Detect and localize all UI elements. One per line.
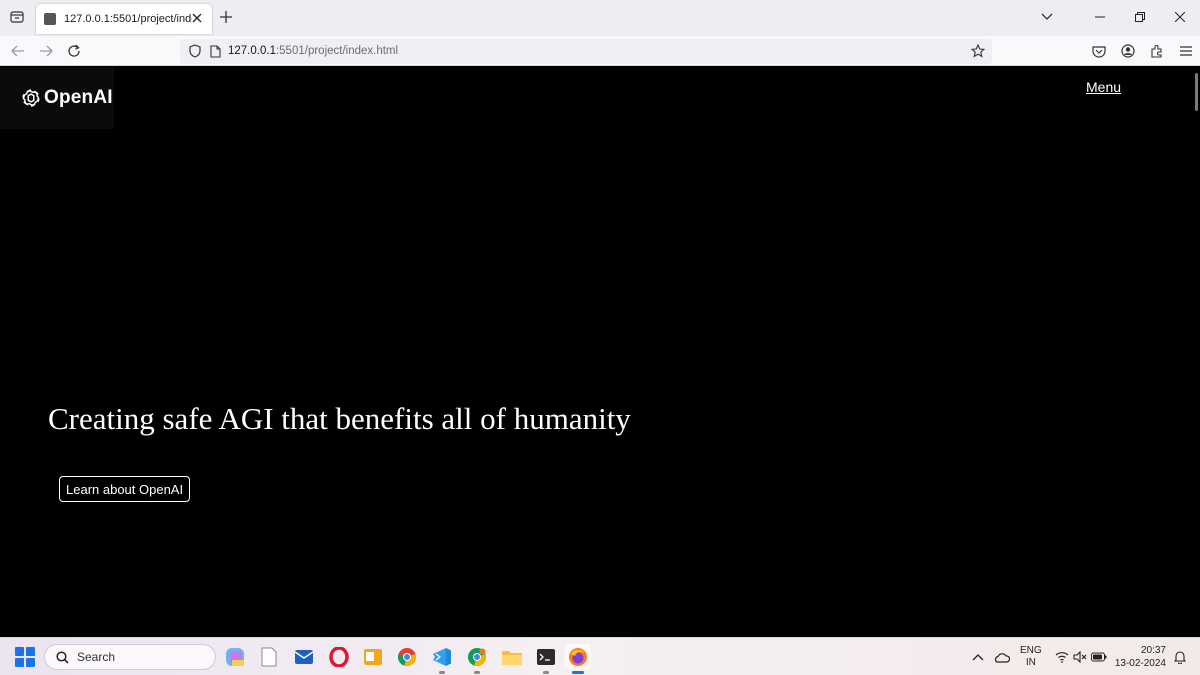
system-clock[interactable]: 20:37 13-02-2024	[1115, 644, 1166, 670]
minimize-icon[interactable]	[1080, 0, 1120, 34]
search-icon	[55, 650, 69, 664]
learn-about-button[interactable]: Learn about OpenAI	[59, 476, 191, 502]
vscode-icon[interactable]	[429, 644, 455, 674]
page-info-icon[interactable]	[208, 44, 222, 58]
pocket-icon[interactable]	[1089, 41, 1109, 61]
clock-date: 13-02-2024	[1114, 658, 1166, 669]
chevron-down-icon[interactable]	[1039, 9, 1055, 25]
scrollbar-thumb[interactable]	[1195, 73, 1198, 111]
firefox-icon[interactable]	[565, 644, 591, 674]
account-icon[interactable]	[1118, 41, 1138, 61]
language-code: ENG	[1020, 645, 1042, 656]
menu-link[interactable]: Menu	[1086, 79, 1121, 95]
region-code: IN	[1025, 657, 1036, 668]
taskbar: Search ENG IN 20:37 13-02-2024	[0, 637, 1200, 675]
wifi-icon[interactable]	[1054, 649, 1070, 665]
terminal-icon[interactable]	[533, 644, 559, 674]
browser-nav-bar: 127.0.0.1:5501/project/index.html	[0, 36, 1200, 66]
logo-text: OpenAI	[44, 87, 113, 108]
list-all-tabs-icon[interactable]	[8, 8, 26, 26]
chrome-icon[interactable]	[394, 644, 420, 670]
site-logo[interactable]: OpenAI	[0, 67, 114, 129]
toolbar-buttons	[1089, 41, 1196, 61]
close-window-icon[interactable]	[1160, 0, 1200, 34]
search-label: Search	[77, 650, 116, 664]
bookmark-star-icon[interactable]	[970, 43, 986, 59]
running-indicator	[439, 671, 445, 674]
opera-icon[interactable]	[326, 644, 352, 670]
tab-title: 127.0.0.1:5501/project/index.html	[64, 13, 192, 25]
input-language-indicator[interactable]: ENG IN	[1020, 645, 1042, 669]
url-path: :5501/project/index.html	[275, 45, 399, 57]
url-text: 127.0.0.1:5501/project/index.html	[228, 45, 398, 57]
volume-muted-icon[interactable]	[1072, 649, 1088, 665]
chrome-profile-icon[interactable]	[464, 644, 490, 674]
new-tab-icon[interactable]	[218, 9, 234, 25]
close-tab-icon[interactable]	[190, 11, 204, 25]
notification-bell-icon[interactable]	[1172, 649, 1188, 665]
restore-icon[interactable]	[1120, 0, 1160, 34]
active-indicator	[572, 671, 584, 674]
tracking-shield-icon[interactable]	[188, 44, 202, 58]
taskbar-search[interactable]: Search	[44, 644, 216, 670]
battery-icon[interactable]	[1091, 649, 1107, 665]
hamburger-menu-icon[interactable]	[1176, 41, 1196, 61]
clock-time: 20:37	[1140, 645, 1166, 656]
reload-icon[interactable]	[64, 41, 84, 61]
address-bar[interactable]: 127.0.0.1:5501/project/index.html	[180, 39, 992, 64]
extensions-icon[interactable]	[1147, 41, 1167, 61]
running-indicator	[543, 671, 549, 674]
web-page: OpenAI Menu Creating safe AGI that benef…	[0, 67, 1200, 637]
forward-arrow-icon[interactable]	[36, 41, 56, 61]
show-hidden-icons-chevron-up-icon[interactable]	[970, 649, 986, 665]
window-controls	[1080, 0, 1200, 34]
onedrive-icon[interactable]	[994, 649, 1010, 665]
browser-tab[interactable]: 127.0.0.1:5501/project/index.html	[36, 4, 212, 34]
openai-logo-icon	[22, 89, 40, 107]
tab-favicon-icon	[44, 13, 56, 25]
browser-tab-bar: 127.0.0.1:5501/project/index.html	[0, 0, 1200, 36]
hero-title: Creating safe AGI that benefits all of h…	[48, 401, 631, 436]
back-arrow-icon[interactable]	[8, 41, 28, 61]
url-host: 127.0.0.1	[228, 45, 276, 57]
windows-start-icon[interactable]	[15, 647, 35, 667]
notepad-icon[interactable]	[256, 644, 282, 670]
file-explorer-icon[interactable]	[499, 644, 525, 670]
outlook-icon[interactable]	[360, 644, 386, 670]
running-indicator	[474, 671, 480, 674]
mail-icon[interactable]	[291, 644, 317, 670]
copilot-icon[interactable]	[222, 644, 248, 670]
